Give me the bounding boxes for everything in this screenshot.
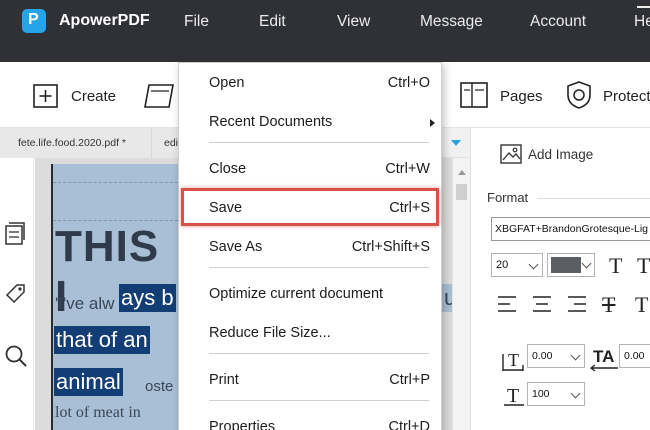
- create-icon[interactable]: [33, 84, 58, 108]
- word-spacing-input[interactable]: 0.00: [619, 344, 650, 368]
- text-color-picker[interactable]: [547, 253, 595, 277]
- char-spacing-input[interactable]: 0.00: [527, 344, 585, 368]
- minimize-icon[interactable]: [637, 6, 650, 8]
- menu-message[interactable]: Message: [420, 13, 483, 31]
- page-quote[interactable]: 'I've alw: [55, 294, 114, 314]
- menu-item-label: Optimize current document: [209, 286, 384, 302]
- menu-item-close[interactable]: Close Ctrl+W: [179, 152, 441, 186]
- scale-input[interactable]: 100: [527, 382, 585, 406]
- word-spacing-icon: TA: [589, 346, 620, 377]
- properties-panel: Add Image Format XBGFAT+BrandonGrotesque…: [470, 128, 650, 430]
- chevron-down-icon[interactable]: [581, 258, 592, 269]
- image-icon[interactable]: [500, 144, 522, 169]
- text-style-icon[interactable]: T: [635, 292, 648, 318]
- char-spacing-icon: T: [501, 349, 525, 378]
- menu-item-shortcut: Ctrl+P: [389, 372, 430, 388]
- menu-file[interactable]: File: [184, 13, 209, 31]
- menu-item-label: Recent Documents: [209, 114, 333, 130]
- svg-text:T: T: [507, 385, 519, 407]
- menu-item-label: Open: [209, 75, 245, 91]
- chevron-down-icon[interactable]: [570, 350, 581, 361]
- tab-list-arrow-icon[interactable]: [451, 140, 461, 146]
- menu-view[interactable]: View: [337, 13, 370, 31]
- selected-text[interactable]: ays b: [119, 284, 176, 312]
- selected-text[interactable]: that of an: [54, 326, 150, 354]
- menu-item-shortcut: Ctrl+S: [389, 200, 430, 216]
- align-right-icon[interactable]: [567, 295, 587, 318]
- text-style-icon[interactable]: T: [609, 253, 622, 279]
- menu-item-label: Save As: [209, 239, 263, 255]
- align-center-icon[interactable]: [532, 295, 552, 318]
- char-spacing-value: 0.00: [532, 350, 553, 362]
- menu-item-shortcut: Ctrl+W: [385, 161, 430, 177]
- pages-icon[interactable]: [460, 82, 488, 108]
- create-button[interactable]: Create: [71, 88, 116, 105]
- menu-item-label: Print: [209, 372, 239, 388]
- menu-edit[interactable]: Edit: [259, 13, 286, 31]
- menu-item-shortcut: Ctrl+O: [387, 75, 430, 91]
- scroll-up-icon[interactable]: [458, 170, 466, 175]
- file-menu-dropdown: Open Ctrl+O Recent Documents Close Ctrl+…: [178, 62, 442, 430]
- protect-button[interactable]: Protect: [603, 88, 650, 105]
- selected-text[interactable]: animal: [54, 368, 123, 396]
- comments-icon[interactable]: [4, 222, 26, 251]
- menu-item-shortcut: Ctrl+D: [388, 419, 431, 430]
- menu-separator: [209, 400, 429, 401]
- align-left-icon[interactable]: [497, 295, 517, 318]
- menu-item-label: Close: [209, 161, 247, 177]
- page-text[interactable]: lot of meat in: [55, 404, 141, 422]
- chevron-down-icon[interactable]: [570, 388, 581, 399]
- menu-item-shortcut: Ctrl+Shift+S: [351, 239, 430, 255]
- menu-item-optimize[interactable]: Optimize current document: [179, 277, 441, 311]
- title-bar: ApowerPDF File Edit View Message Account…: [0, 0, 650, 62]
- app-window: ApowerPDF File Edit View Message Account…: [0, 0, 650, 430]
- menu-separator: [209, 353, 429, 354]
- word-spacing-value: 0.00: [624, 350, 645, 362]
- menu-item-save-as[interactable]: Save As Ctrl+Shift+S: [179, 230, 441, 264]
- menu-item-save[interactable]: Save Ctrl+S: [179, 191, 441, 225]
- scale-value: 100: [532, 388, 550, 400]
- shield-icon[interactable]: [566, 81, 592, 109]
- font-size-select[interactable]: 20: [491, 253, 543, 277]
- menu-item-label: Reduce File Size...: [209, 325, 331, 341]
- text-block-guide: [53, 220, 181, 221]
- menu-item-properties[interactable]: Properties Ctrl+D: [179, 410, 441, 430]
- svg-text:T: T: [508, 350, 519, 370]
- menu-item-reduce-size[interactable]: Reduce File Size...: [179, 316, 441, 350]
- font-family-select[interactable]: XBGFAT+BrandonGrotesque-Lig: [491, 217, 650, 241]
- scroll-thumb[interactable]: [456, 184, 467, 200]
- add-image-button[interactable]: Add Image: [528, 147, 593, 162]
- pages-button[interactable]: Pages: [500, 88, 543, 105]
- left-sidebar: [0, 158, 34, 430]
- vertical-scrollbar[interactable]: [452, 158, 470, 430]
- scale-icon: T: [502, 383, 526, 412]
- text-block-guide: [53, 182, 181, 183]
- app-name: ApowerPDF: [59, 12, 150, 29]
- menu-separator: [209, 142, 429, 143]
- menu-item-open[interactable]: Open Ctrl+O: [179, 66, 441, 100]
- menu-item-label: Save: [209, 200, 243, 216]
- menu-separator: [209, 267, 429, 268]
- color-swatch: [551, 257, 581, 273]
- page-text[interactable]: oste: [145, 378, 173, 395]
- menu-item-recent-documents[interactable]: Recent Documents: [179, 105, 441, 139]
- chevron-down-icon[interactable]: [528, 259, 539, 270]
- tab-active-document[interactable]: fete.life.food.2020.pdf *: [0, 128, 152, 158]
- menu-help[interactable]: He: [634, 13, 650, 31]
- submenu-arrow-icon: [430, 119, 435, 127]
- text-style-icon[interactable]: T: [637, 253, 650, 279]
- svg-text:TA: TA: [593, 347, 614, 366]
- menu-item-print[interactable]: Print Ctrl+P: [179, 363, 441, 397]
- app-logo-icon: [22, 9, 46, 33]
- font-size-value: 20: [496, 259, 509, 271]
- edit-doc-icon[interactable]: [143, 83, 179, 109]
- menu-account[interactable]: Account: [530, 13, 586, 31]
- menu-item-label: Properties: [209, 419, 276, 430]
- tag-icon[interactable]: [4, 282, 26, 311]
- section-divider: [537, 198, 650, 199]
- search-icon[interactable]: [4, 344, 28, 373]
- format-heading: Format: [487, 190, 529, 205]
- strikethrough-icon[interactable]: T: [602, 292, 615, 318]
